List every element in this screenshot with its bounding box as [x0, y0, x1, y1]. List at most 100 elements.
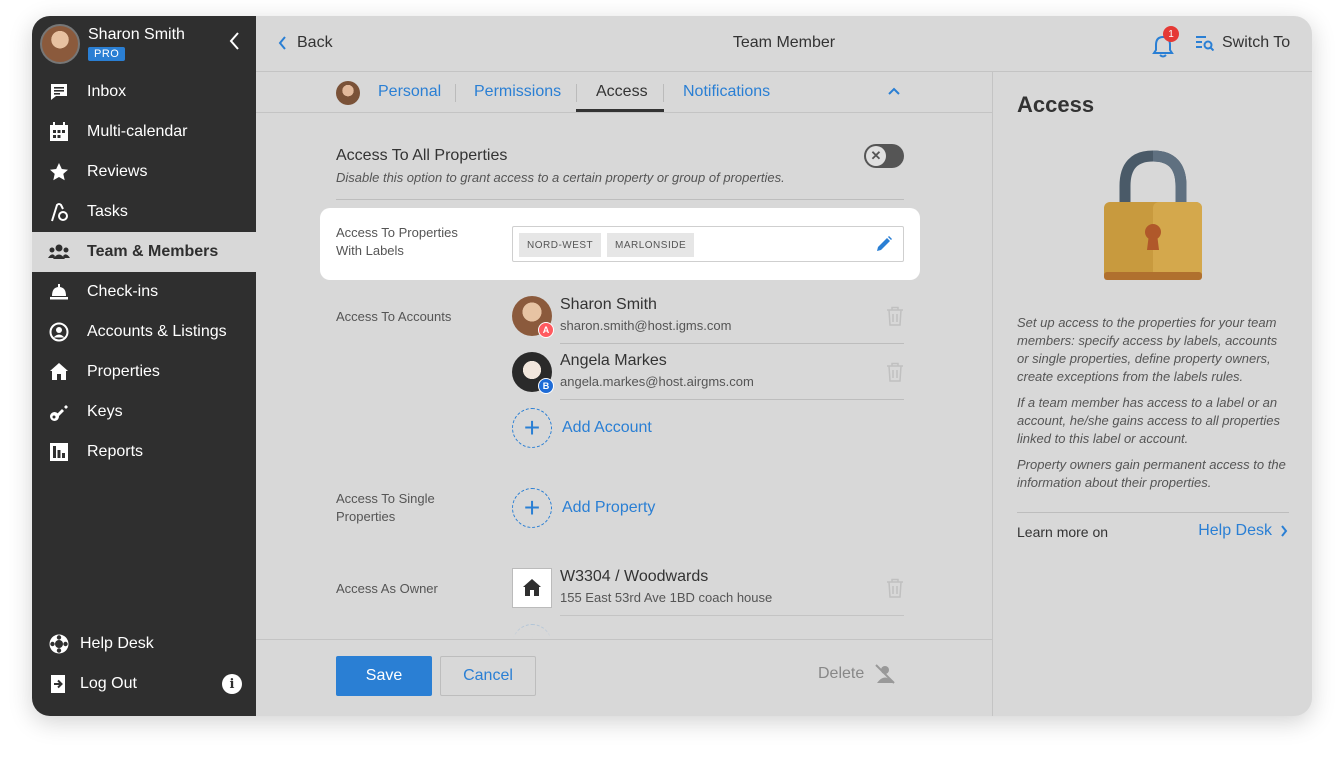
switch-to-button[interactable]: Switch To	[1196, 34, 1290, 52]
account-email: sharon.smith@host.igms.com	[560, 318, 732, 333]
panel-paragraph: If a team member has access to a label o…	[1017, 395, 1281, 446]
sidebar-item-label: Reports	[87, 443, 144, 460]
chevron-left-icon	[278, 36, 286, 50]
sidebar-item-label: Reviews	[87, 163, 148, 180]
lifebuoy-icon	[48, 634, 70, 654]
sidebar-item-label: Keys	[87, 403, 123, 420]
inbox-icon	[48, 82, 70, 102]
info-icon[interactable]: i	[222, 674, 242, 694]
star-icon	[48, 162, 70, 182]
form-footer: Save Cancel Delete	[256, 639, 992, 716]
sidebar-item-properties[interactable]: Properties	[32, 352, 256, 392]
tab-bar: Personal Permissions Access Notification…	[256, 72, 992, 113]
sidebar-item-team-members[interactable]: Team & Members	[32, 232, 256, 272]
tab-access[interactable]: Access	[596, 83, 648, 101]
pro-badge: PRO	[88, 47, 126, 61]
collapse-sidebar-button[interactable]	[228, 30, 240, 58]
sidebar-item-label: Team & Members	[87, 243, 219, 260]
bell-desk-icon	[48, 282, 70, 302]
sidebar-item-reports[interactable]: Reports	[32, 432, 256, 472]
label-chip[interactable]: MARLONSIDE	[607, 233, 695, 257]
sidebar-item-label: Log Out	[80, 675, 137, 692]
owner-access-label: Access As Owner	[336, 581, 438, 596]
scroll-fade	[256, 608, 992, 638]
main-content: Personal Permissions Access Notification…	[256, 72, 992, 716]
close-icon: ✕	[866, 146, 886, 166]
help-panel: Access Set up access to the properties f…	[992, 72, 1312, 716]
sidebar-item-inbox[interactable]: Inbox	[32, 72, 256, 112]
sidebar-item-tasks[interactable]: Tasks	[32, 192, 256, 232]
back-button[interactable]: Back	[278, 34, 333, 52]
reports-icon	[48, 442, 70, 462]
sidebar-item-multi-calendar[interactable]: Multi-calendar	[32, 112, 256, 152]
chevron-up-icon	[888, 87, 900, 95]
calendar-icon	[48, 122, 70, 142]
labels-access-row: Access To Properties With Labels NORD-WE…	[320, 208, 920, 280]
delete-label: Delete	[818, 665, 865, 682]
sidebar-item-keys[interactable]: Keys	[32, 392, 256, 432]
account-name: Sharon Smith	[560, 296, 657, 313]
account-item: B Angela Markes angela.markes@host.airgm…	[512, 352, 904, 400]
logout-icon	[48, 674, 70, 694]
delete-member-button[interactable]: Delete	[818, 664, 896, 684]
trash-icon[interactable]	[886, 306, 904, 326]
account-name: Angela Markes	[560, 352, 667, 369]
active-tab-indicator	[576, 109, 664, 112]
cancel-button[interactable]: Cancel	[440, 656, 536, 696]
save-button[interactable]: Save	[336, 656, 432, 696]
sidebar-item-label: Properties	[87, 363, 160, 380]
sidebar-item-label: Multi-calendar	[87, 123, 188, 140]
remove-user-icon	[875, 664, 895, 684]
sidebar-item-label: Help Desk	[80, 635, 154, 652]
access-form: Access To All Properties Disable this op…	[256, 114, 992, 638]
all-properties-title: Access To All Properties	[336, 147, 508, 164]
sidebar-item-label: Tasks	[87, 203, 128, 220]
sidebar-item-label: Accounts & Listings	[87, 323, 227, 340]
divider	[560, 399, 904, 400]
sidebar-item-help-desk[interactable]: Help Desk	[32, 624, 256, 664]
sidebar-item-accounts-listings[interactable]: Accounts & Listings	[32, 312, 256, 352]
all-properties-toggle[interactable]: ✕	[864, 144, 904, 168]
labels-input[interactable]: NORD-WEST MARLONSIDE	[512, 226, 904, 262]
tab-divider	[663, 84, 664, 102]
trash-icon[interactable]	[886, 578, 904, 598]
sidebar-item-reviews[interactable]: Reviews	[32, 152, 256, 192]
help-desk-link[interactable]: Help Desk	[1198, 522, 1288, 540]
add-property-label: Add Property	[562, 499, 656, 516]
sidebar-item-log-out[interactable]: Log Out i	[32, 664, 256, 704]
sidebar-bottom: Help Desk Log Out i	[32, 624, 256, 704]
tasks-icon	[48, 202, 70, 222]
back-label: Back	[297, 34, 333, 51]
pencil-icon[interactable]	[875, 235, 893, 253]
switch-list-icon	[1196, 36, 1214, 51]
divider	[560, 343, 904, 344]
account-icon	[48, 322, 70, 342]
add-account-button[interactable]: + Add Account	[512, 408, 652, 448]
team-icon	[48, 242, 70, 262]
trash-icon[interactable]	[886, 362, 904, 382]
plus-icon: +	[512, 488, 552, 528]
chevron-right-icon	[1281, 525, 1288, 537]
user-name: Sharon Smith	[88, 26, 185, 43]
top-header: Back Team Member 1 Switch To	[256, 16, 1312, 72]
user-profile[interactable]: Sharon Smith PRO	[40, 24, 248, 64]
accounts-access-label: Access To Accounts	[336, 309, 452, 324]
tab-notifications[interactable]: Notifications	[683, 83, 770, 101]
sidebar-item-label: Inbox	[87, 83, 127, 100]
tab-personal[interactable]: Personal	[378, 83, 441, 101]
add-property-button[interactable]: + Add Property	[512, 488, 655, 528]
sidebar-item-check-ins[interactable]: Check-ins	[32, 272, 256, 312]
divider	[336, 199, 904, 200]
account-email: angela.markes@host.airgms.com	[560, 374, 754, 389]
notifications-button[interactable]: 1	[1152, 26, 1179, 58]
sidebar-nav: Inbox Multi-calendar Reviews Tasks Team …	[32, 72, 256, 472]
property-name: W3304 / Woodwards	[560, 568, 709, 585]
panel-title: Access	[1017, 92, 1095, 117]
tab-permissions[interactable]: Permissions	[474, 83, 561, 101]
label-chip[interactable]: NORD-WEST	[519, 233, 602, 257]
airbnb-icon: A	[538, 322, 554, 338]
app-window: Sharon Smith PRO Inbox Multi-calendar Re…	[32, 16, 1312, 716]
property-address: 155 East 53rd Ave 1BD coach house	[560, 590, 773, 605]
avatar	[336, 81, 360, 105]
collapse-tabs-button[interactable]	[888, 82, 900, 98]
